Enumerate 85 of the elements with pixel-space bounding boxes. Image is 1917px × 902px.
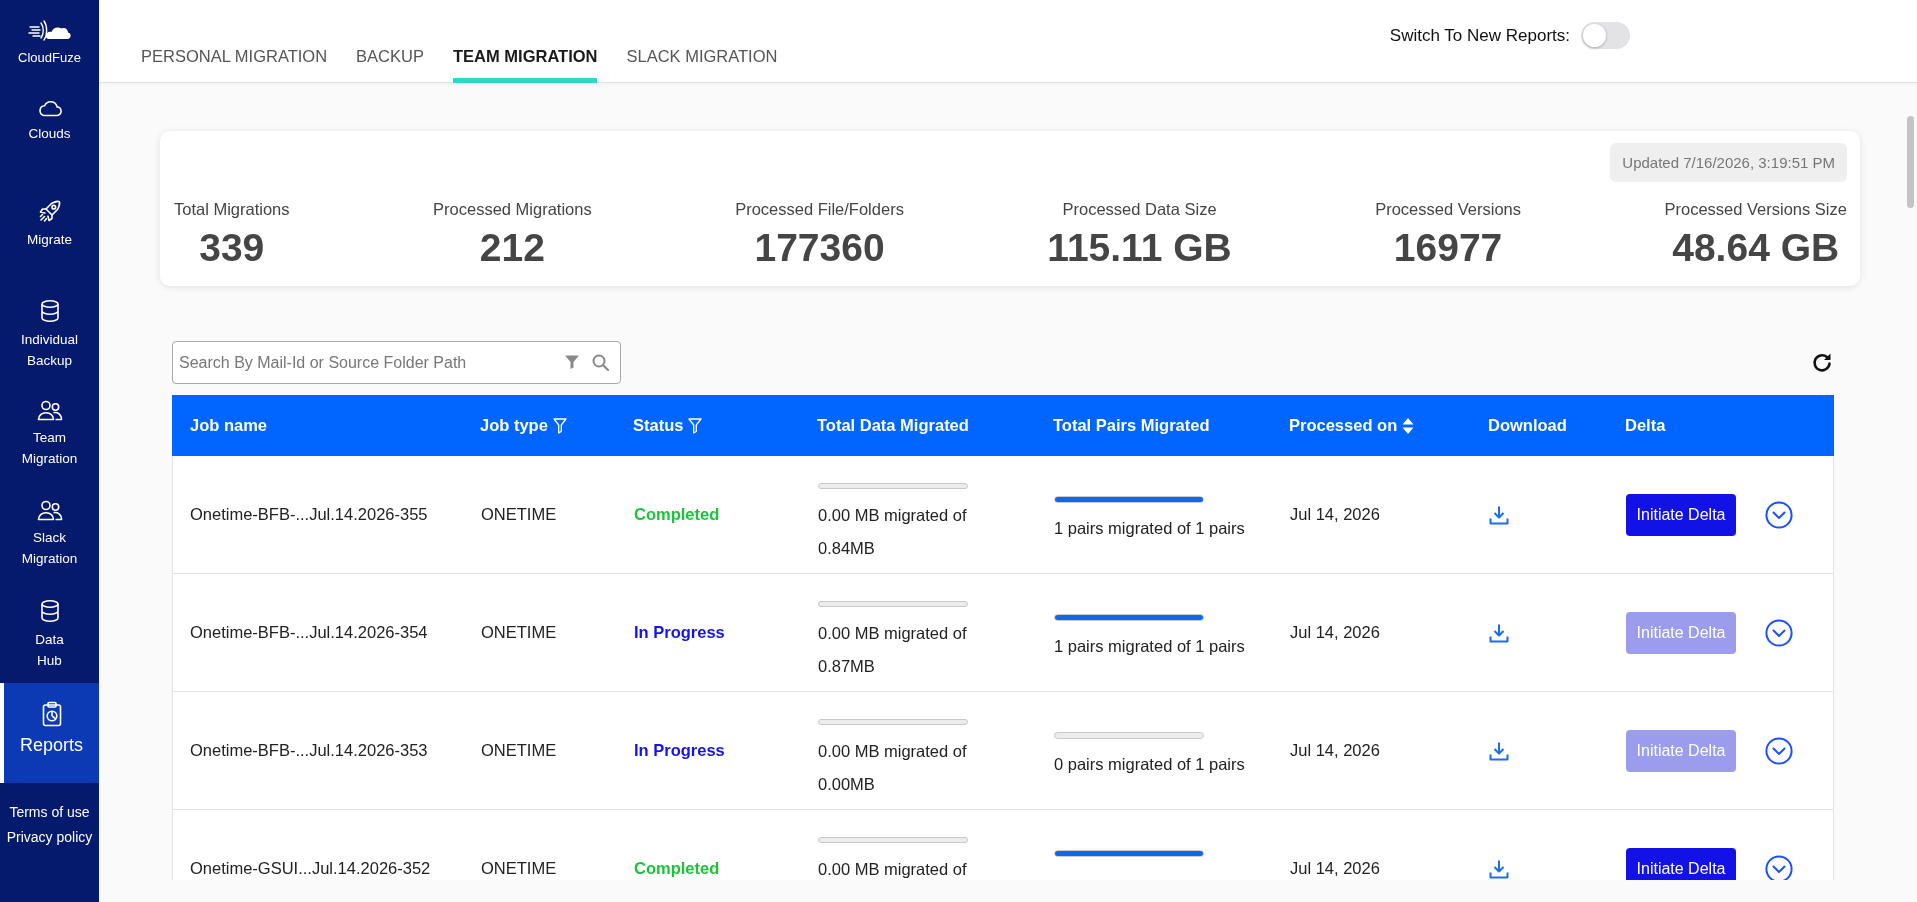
stat-label: Processed File/Folders [735,199,904,219]
status-cell-text: Completed [634,858,720,879]
nav-item[interactable]: Individual Backup [0,283,99,383]
job-name-cell-text: Onetime-BFB-...Jul.14.2026-354 [190,622,428,643]
filter-icon[interactable] [688,417,703,434]
updated-badge: Updated 7/16/2026, 3:19:51 PM [1610,143,1847,182]
rocket-icon [37,199,62,223]
users-icon [36,399,63,421]
initiate-delta-button[interactable]: Initiate Delta [1626,493,1736,536]
switch-label: Switch To New Reports: [1389,25,1570,46]
stat-value: 115.11 GB [1047,226,1232,270]
job-name-cell-text: Onetime-BFB-...Jul.14.2026-353 [190,740,428,761]
job-type-cell-text: ONETIME [481,622,557,643]
nav-item[interactable]: Reports [0,683,99,783]
date-cell-text: Jul 14, 2026 [1290,858,1380,879]
download-icon[interactable] [1489,504,1509,525]
job-type-cell-text: ONETIME [481,740,557,761]
stat-label: Processed Versions Size [1664,199,1847,219]
chevron-down-icon[interactable] [1765,854,1793,880]
status-cell-text: Completed [634,504,720,525]
pairs-migrated-text: 1 pairs migrated of 1 pairs [1054,518,1245,539]
job-name-cell-text: Onetime-BFB-...Jul.14.2026-355 [190,504,428,525]
stat-value: 16977 [1393,226,1503,270]
stat-value: 339 [199,226,265,270]
filter-icon[interactable] [552,417,567,434]
stat-value: 48.64 GB [1672,226,1840,270]
stat-label: Processed Data Size [1062,199,1217,219]
job-type-cell-text: ONETIME [481,504,557,525]
nav-item[interactable]: Clouds [0,83,99,183]
cloud-icon [36,99,63,117]
nav-item[interactable]: Data Hub [0,583,99,683]
clipboard-chart-icon [40,701,63,727]
column-header: Processed on [1289,416,1398,435]
tab[interactable]: SLACK MIGRATION [626,35,778,83]
tab[interactable]: PERSONAL MIGRATION [141,35,328,83]
column-header: Job name [190,416,268,435]
chevron-down-icon[interactable] [1765,736,1793,765]
status-cell-text: In Progress [634,740,725,761]
download-icon[interactable] [1489,740,1509,761]
stat-value: 212 [479,226,545,270]
chevron-down-icon[interactable] [1765,500,1793,529]
stat-label: Processed Migrations [433,199,592,219]
date-cell-text: Jul 14, 2026 [1290,622,1380,643]
data-migrated-text: 0.00 MB migrated of [818,859,968,880]
data-migrated-text: 0.00 MB migrated of 0.00MB [818,741,968,795]
pairs-migrated-text: 1 pairs migrated of 1 pairs [1054,636,1245,657]
nav-item[interactable]: Team Migration [0,383,99,483]
database-icon [39,599,60,623]
status-cell-text: In Progress [634,622,725,643]
footer-link[interactable]: Privacy policy [6,825,93,850]
chevron-down-icon[interactable] [1765,618,1793,647]
data-migrated-text: 0.00 MB migrated of 0.87MB [818,623,968,677]
download-icon[interactable] [1489,622,1509,643]
column-header: Total Data Migrated [817,416,969,435]
date-cell-text: Jul 14, 2026 [1290,740,1380,761]
initiate-delta-button[interactable]: Initiate Delta [1626,847,1736,880]
download-icon[interactable] [1489,858,1509,879]
stat-label: Total Migrations [174,199,290,219]
column-header: Delta [1625,416,1666,435]
tab[interactable]: BACKUP [356,35,424,83]
database-icon [39,299,60,323]
job-name-cell-text: Onetime-GSUI...Jul.14.2026-352 [190,858,431,879]
footer-link[interactable]: Terms of use [9,800,90,825]
scrollbar[interactable] [1907,116,1914,208]
stat-label: Processed Versions [1375,199,1521,219]
search-field[interactable]: Search By Mail-Id or Source Folder Path [172,341,621,384]
cloud-logo-icon[interactable] [27,18,72,42]
nav-item[interactable]: Migrate [0,183,99,283]
search-icon[interactable] [592,354,609,371]
date-cell-text: Jul 14, 2026 [1290,504,1380,525]
column-header: Job type [480,416,548,435]
users-icon [36,499,63,521]
nav-item[interactable]: Slack Migration [0,483,99,583]
data-migrated-text: 0.00 MB migrated of 0.84MB [818,505,968,559]
sort-icon[interactable] [1402,416,1415,435]
tab[interactable]: TEAM MIGRATION [452,35,598,83]
filter-icon[interactable] [564,354,580,370]
column-header: Total Pairs Migrated [1053,416,1210,435]
column-header: Status [633,416,684,435]
brand-name: CloudFuze [18,49,81,67]
job-type-cell-text: ONETIME [481,858,557,879]
pairs-migrated-text: 0 pairs migrated of 1 pairs [1054,754,1245,775]
toggle-switch[interactable] [1581,22,1630,49]
column-header: Download [1488,416,1567,435]
stat-value: 177360 [754,226,885,270]
